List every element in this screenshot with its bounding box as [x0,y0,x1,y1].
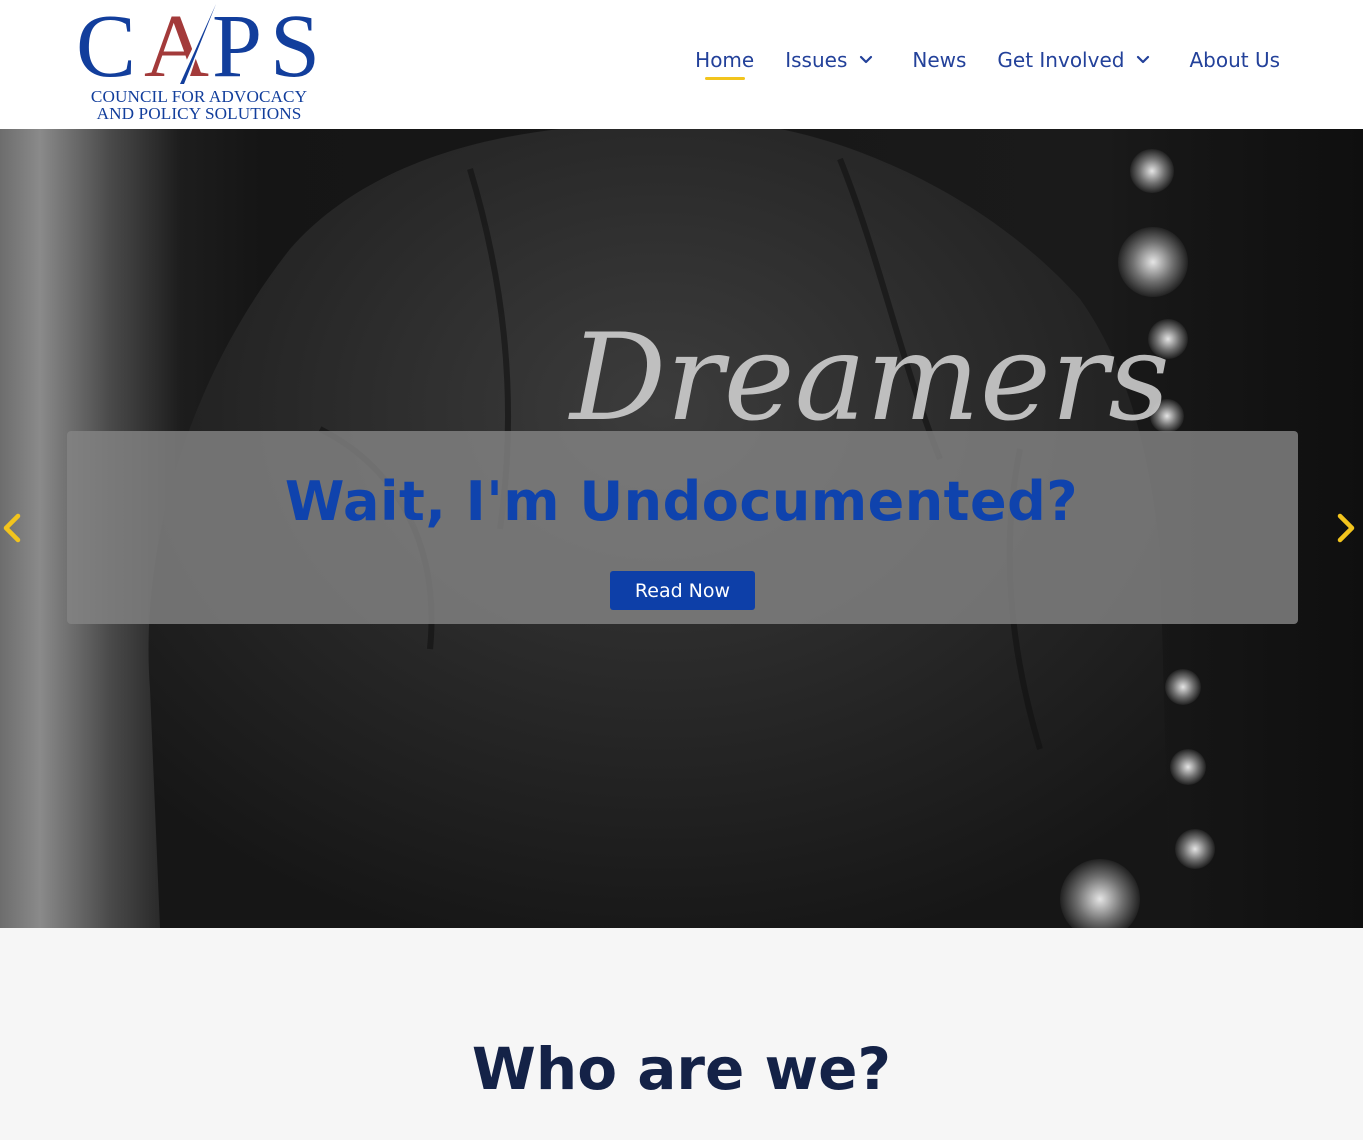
nav-news[interactable]: News [912,44,966,76]
bokeh-light [1118,227,1188,297]
slide-title: Wait, I'm Undocumented? [284,470,1079,533]
nav-issues-label: Issues [785,48,848,72]
bokeh-light [1130,149,1174,193]
nav-about-us[interactable]: About Us [1189,44,1280,76]
bokeh-light [1165,669,1201,705]
logo-swoosh-icon [176,4,216,84]
nav-home-label: Home [695,48,755,72]
bokeh-light [1170,749,1206,785]
chevron-left-icon[interactable] [0,510,24,546]
chevron-right-icon[interactable] [1334,510,1358,546]
caps-logo[interactable]: C A P S COUNCIL FOR ADVOCACY AND POLICY … [76,2,322,124]
jacket-embroidery: Dreamers [568,309,1170,448]
site-header: C A P S COUNCIL FOR ADVOCACY AND POLICY … [0,0,1363,129]
nav-news-label: News [912,48,967,72]
nav-issues[interactable]: Issues [785,44,875,76]
bokeh-light [1175,829,1215,869]
read-now-button[interactable]: Read Now [610,571,755,610]
bokeh-light [1148,319,1188,359]
nav-about-us-label: About Us [1189,48,1280,72]
bokeh-light [1150,399,1184,433]
logo-tagline-line2: AND POLICY SOLUTIONS [96,104,302,123]
logo-letter-s: S [270,0,321,96]
about-section: Who are we? [0,928,1363,1140]
logo-wordmark: C A P S [76,2,322,92]
nav-home[interactable]: Home [695,44,755,80]
about-title: Who are we? [471,1035,892,1103]
nav-get-involved-label: Get Involved [997,48,1125,72]
logo-letter-c: C [76,0,137,96]
main-nav: Home Issues News Get Involved About Us [695,44,1280,80]
chevron-down-icon [1137,55,1150,64]
nav-get-involved[interactable]: Get Involved [997,44,1152,76]
chevron-down-icon [860,55,873,64]
